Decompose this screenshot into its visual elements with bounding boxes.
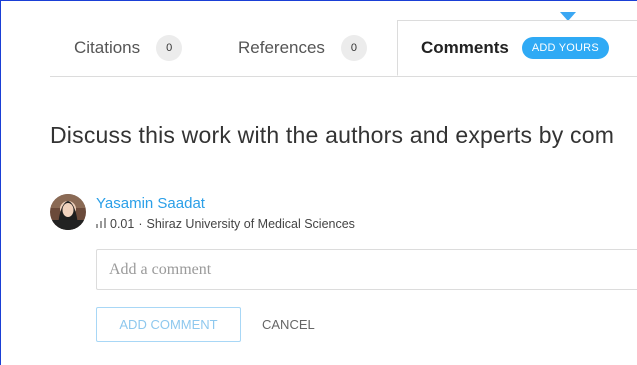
tab-citations-label: Citations xyxy=(74,38,141,57)
tab-references[interactable]: References 0 xyxy=(238,20,367,76)
user-meta: 0.01 · Shiraz University of Medical Scie… xyxy=(96,217,355,231)
citations-count-badge: 0 xyxy=(156,35,183,61)
comment-input[interactable] xyxy=(96,249,637,290)
user-affiliation: Shiraz University of Medical Sciences xyxy=(146,217,355,231)
user-name-link[interactable]: Yasamin Saadat xyxy=(96,195,205,212)
tab-citations[interactable]: Citations 0 xyxy=(74,20,183,76)
user-avatar[interactable] xyxy=(50,194,86,230)
bar-chart-icon xyxy=(96,217,106,231)
add-yours-button[interactable]: ADD YOURS xyxy=(521,37,609,59)
discussion-heading: Discuss this work with the authors and e… xyxy=(50,122,615,148)
avatar-image xyxy=(50,194,86,230)
references-count-badge: 0 xyxy=(340,35,367,61)
add-comment-button[interactable]: ADD COMMENT xyxy=(96,307,241,342)
tab-comments[interactable]: Comments ADD YOURS xyxy=(397,20,637,76)
cancel-button[interactable]: CANCEL xyxy=(262,307,315,342)
tab-comments-label: Comments xyxy=(421,38,509,57)
tab-references-label: References xyxy=(238,38,325,57)
user-score: 0.01 xyxy=(110,217,135,231)
tab-bar: Citations 0 References 0 Comments ADD YO… xyxy=(50,20,637,77)
meta-separator: · xyxy=(138,217,143,231)
